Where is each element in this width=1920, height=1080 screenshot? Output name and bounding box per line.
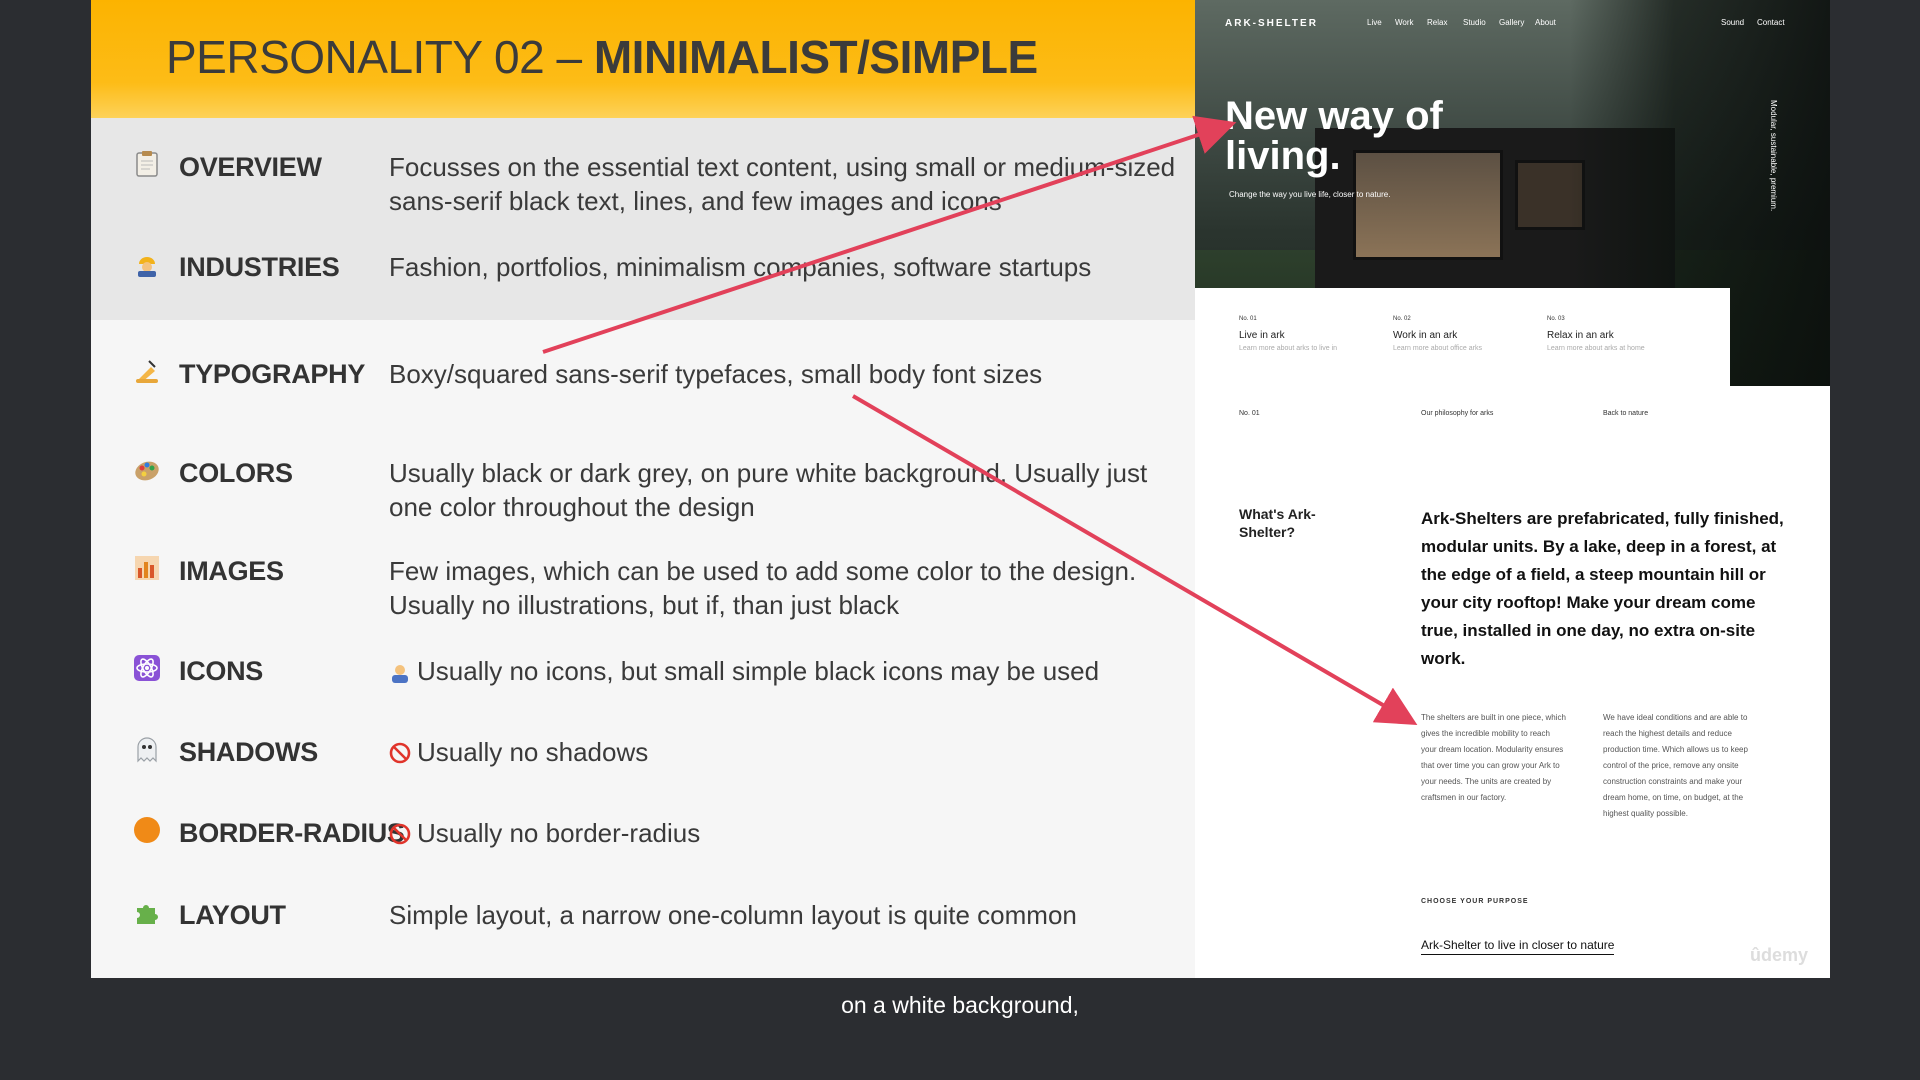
arrow-typography-to-body (851, 394, 1418, 726)
arrows-overlay (542, 115, 1418, 726)
video-caption: on a white background, (841, 992, 1079, 1018)
arrow-typography-to-hero (542, 115, 1237, 354)
slide: PERSONALITY 02 – MINIMALIST/SIMPLE OVERV… (91, 0, 1830, 978)
